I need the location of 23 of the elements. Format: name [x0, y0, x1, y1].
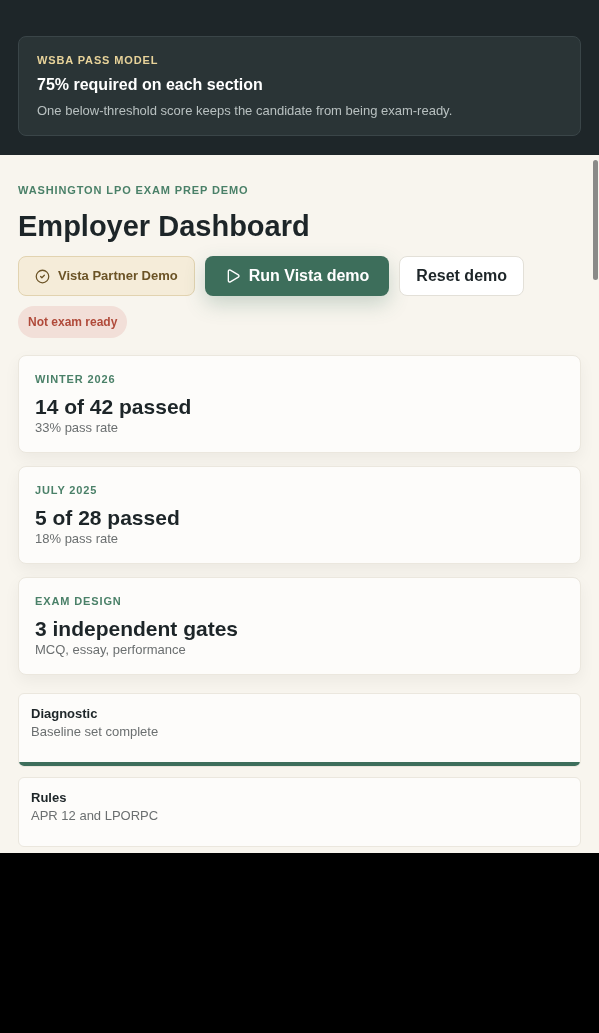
stat-note: MCQ, essay, performance — [35, 642, 187, 658]
stat-eyebrow: JULY 2025 — [35, 483, 99, 497]
page-title: Employer Dashboard — [18, 209, 311, 243]
status-pill: Not exam ready — [18, 306, 128, 338]
stat-value: 3 independent gates — [35, 616, 240, 642]
stat-value: 14 of 42 passed — [35, 394, 193, 420]
stat-eyebrow: WINTER 2026 — [35, 372, 117, 386]
stat-note: 18% pass rate — [35, 531, 120, 547]
reset-demo-button[interactable]: Reset demo — [399, 256, 525, 296]
notice-title: 75% required on each section — [37, 75, 264, 95]
run-demo-button[interactable]: Run Vista demo — [204, 256, 390, 296]
module-title: Diagnostic — [31, 706, 99, 722]
check-badge-icon — [35, 268, 50, 284]
module-text: Baseline set complete — [31, 724, 160, 740]
page-eyebrow: WASHINGTON LPO EXAM PREP DEMO — [18, 183, 250, 197]
stat-value: 5 of 28 passed — [35, 505, 181, 531]
stat-note: 33% pass rate — [35, 420, 120, 436]
module-text: APR 12 and LPORPC — [31, 808, 160, 824]
stat-eyebrow: EXAM DESIGN — [35, 594, 123, 608]
partner-tag: Vista Partner Demo — [18, 256, 195, 296]
notice-text: One below-threshold score keeps the candidate from being exam-ready. — [37, 103, 454, 119]
module-title: Rules — [31, 790, 68, 806]
notice-eyebrow: WSBA PASS MODEL — [37, 53, 160, 67]
